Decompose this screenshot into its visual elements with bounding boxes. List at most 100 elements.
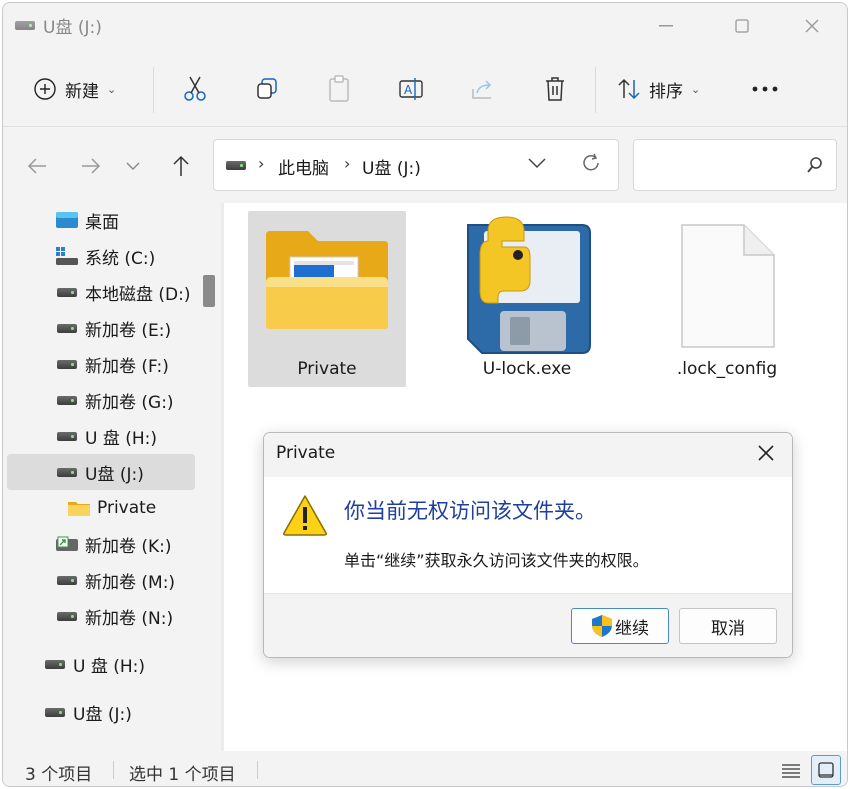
plus-circle-icon xyxy=(34,78,56,100)
chevron-down-icon: ⌄ xyxy=(107,82,117,96)
windows-drive-icon xyxy=(55,247,79,265)
breadcrumb-this-pc[interactable]: 此电脑 xyxy=(278,154,329,179)
drive-icon xyxy=(55,323,79,333)
toolbar-divider xyxy=(153,67,154,113)
sidebar-item-desktop[interactable]: 桌面 xyxy=(7,203,195,238)
scissors-icon xyxy=(184,76,206,101)
share-button[interactable] xyxy=(467,69,499,109)
refresh-button[interactable] xyxy=(580,152,602,179)
sidebar-item-drive-n[interactable]: 新加卷 (N:) xyxy=(7,598,195,634)
recent-locations-button[interactable] xyxy=(117,151,149,181)
close-icon xyxy=(805,19,819,33)
large-icons-view-button[interactable] xyxy=(811,755,841,785)
search-box[interactable] xyxy=(633,139,837,191)
refresh-icon xyxy=(583,153,599,171)
chevron-down-icon xyxy=(528,158,546,169)
item-count: 3 个项目 xyxy=(25,765,93,785)
breadcrumb-drive-j[interactable]: U盘 (J:) xyxy=(362,154,421,179)
list-view-icon xyxy=(782,764,800,778)
maximize-button[interactable] xyxy=(719,9,765,43)
python-floppy-icon xyxy=(467,216,591,354)
sidebar-item-drive-h[interactable]: U 盘 (H:) xyxy=(7,418,195,454)
back-button[interactable] xyxy=(21,151,53,181)
close-button[interactable] xyxy=(789,9,835,43)
permission-dialog: Private 你当前无权访问该文件夹。 单击“继续”获取永久访问该文件夹的权限… xyxy=(263,432,793,658)
minimize-icon xyxy=(659,25,673,27)
maximize-icon xyxy=(735,19,749,33)
file-name: Private xyxy=(297,359,357,379)
copy-icon xyxy=(257,78,277,99)
up-button[interactable] xyxy=(165,151,197,181)
explorer-window: U盘 (J:) 新建 ⌄ A 排序 ⌄ › 此电脑 › U盘 (J:) 桌面 系… xyxy=(2,2,848,787)
drive-icon xyxy=(55,611,79,621)
usb-drive-icon xyxy=(226,161,246,170)
sidebar-item-drive-k[interactable]: 新加卷 (K:) xyxy=(7,526,195,562)
more-options-button[interactable] xyxy=(747,69,783,109)
dialog-close-button[interactable] xyxy=(754,441,778,465)
usb-drive-icon xyxy=(55,467,79,477)
new-button[interactable]: 新建 ⌄ xyxy=(33,69,116,109)
usb-drive-icon xyxy=(43,707,67,717)
rename-button[interactable]: A xyxy=(395,69,427,109)
arrow-right-icon xyxy=(82,158,101,174)
dialog-body: 你当前无权访问该文件夹。 单击“继续”获取永久访问该文件夹的权限。 xyxy=(264,477,792,593)
paste-button[interactable] xyxy=(323,69,355,109)
share-icon xyxy=(472,80,492,99)
drive-icon xyxy=(55,395,79,405)
uac-shield-icon xyxy=(592,615,612,637)
blank-file-icon xyxy=(681,224,775,348)
sidebar-item-drive-d[interactable]: 本地磁盘 (D:) xyxy=(7,274,195,310)
sidebar-item-drive-c[interactable]: 系统 (C:) xyxy=(7,238,195,274)
sort-button[interactable]: 排序 ⌄ xyxy=(617,69,700,109)
minimize-button[interactable] xyxy=(643,9,689,43)
navigation-pane: 桌面 系统 (C:) 本地磁盘 (D:) 新加卷 (E:) 新加卷 (F:) 新… xyxy=(3,203,221,751)
address-bar[interactable]: › 此电脑 › U盘 (J:) xyxy=(213,139,619,191)
arrow-up-icon xyxy=(173,155,189,176)
cut-button[interactable] xyxy=(179,69,211,109)
chevron-down-icon: ⌄ xyxy=(691,82,701,96)
file-item-u-lock-exe[interactable]: U-lock.exe xyxy=(448,211,606,387)
drive-icon xyxy=(55,287,79,297)
close-icon xyxy=(758,445,774,461)
usb-drive-icon xyxy=(15,21,35,30)
dialog-heading: 你当前无权访问该文件夹。 xyxy=(344,499,596,523)
sidebar-item-drive-h-root[interactable]: U 盘 (H:) xyxy=(7,646,195,682)
copy-button[interactable] xyxy=(251,69,283,109)
drive-icon xyxy=(55,359,79,369)
sidebar-item-drive-j-root[interactable]: U盘 (J:) xyxy=(7,694,195,730)
dialog-title-bar: Private xyxy=(264,433,792,477)
delete-button[interactable] xyxy=(539,69,571,109)
sidebar-item-drive-f[interactable]: 新加卷 (F:) xyxy=(7,346,195,382)
file-name: .lock_config xyxy=(676,359,778,379)
drive-icon xyxy=(55,575,79,585)
continue-label: 继续 xyxy=(615,618,649,639)
status-divider xyxy=(113,761,114,779)
clipboard-icon xyxy=(329,75,349,102)
file-item-private[interactable]: Private xyxy=(248,211,406,387)
sidebar-item-drive-e[interactable]: 新加卷 (E:) xyxy=(7,310,195,346)
shared-drive-icon xyxy=(55,535,79,553)
forward-button[interactable] xyxy=(75,151,107,181)
navigation-bar: › 此电脑 › U盘 (J:) xyxy=(3,127,847,203)
sidebar-item-drive-m[interactable]: 新加卷 (M:) xyxy=(7,562,195,598)
status-divider xyxy=(257,761,258,779)
file-name: U-lock.exe xyxy=(482,359,572,379)
sort-icon xyxy=(618,78,640,100)
sidebar-item-private-folder[interactable]: Private xyxy=(7,490,195,526)
sidebar-scrollbar[interactable] xyxy=(203,203,217,751)
dialog-message: 单击“继续”获取永久访问该文件夹的权限。 xyxy=(344,551,649,570)
sidebar-item-drive-j[interactable]: U盘 (J:) xyxy=(7,454,195,490)
window-title: U盘 (J:) xyxy=(43,18,102,38)
continue-button[interactable]: 继续 xyxy=(571,608,669,644)
file-item-lock-config[interactable]: .lock_config xyxy=(648,211,806,387)
arrow-left-icon xyxy=(27,158,46,174)
title-bar: U盘 (J:) xyxy=(3,3,847,47)
usb-drive-icon xyxy=(43,659,67,669)
details-view-button[interactable] xyxy=(779,759,803,783)
status-bar: 3 个项目 选中 1 个项目 xyxy=(3,751,847,786)
scrollbar-thumb[interactable] xyxy=(203,275,215,307)
cancel-button[interactable]: 取消 xyxy=(679,608,777,644)
sidebar-item-drive-g[interactable]: 新加卷 (G:) xyxy=(7,382,195,418)
dialog-footer: 继续 取消 xyxy=(264,593,792,657)
address-dropdown-button[interactable] xyxy=(528,154,546,173)
